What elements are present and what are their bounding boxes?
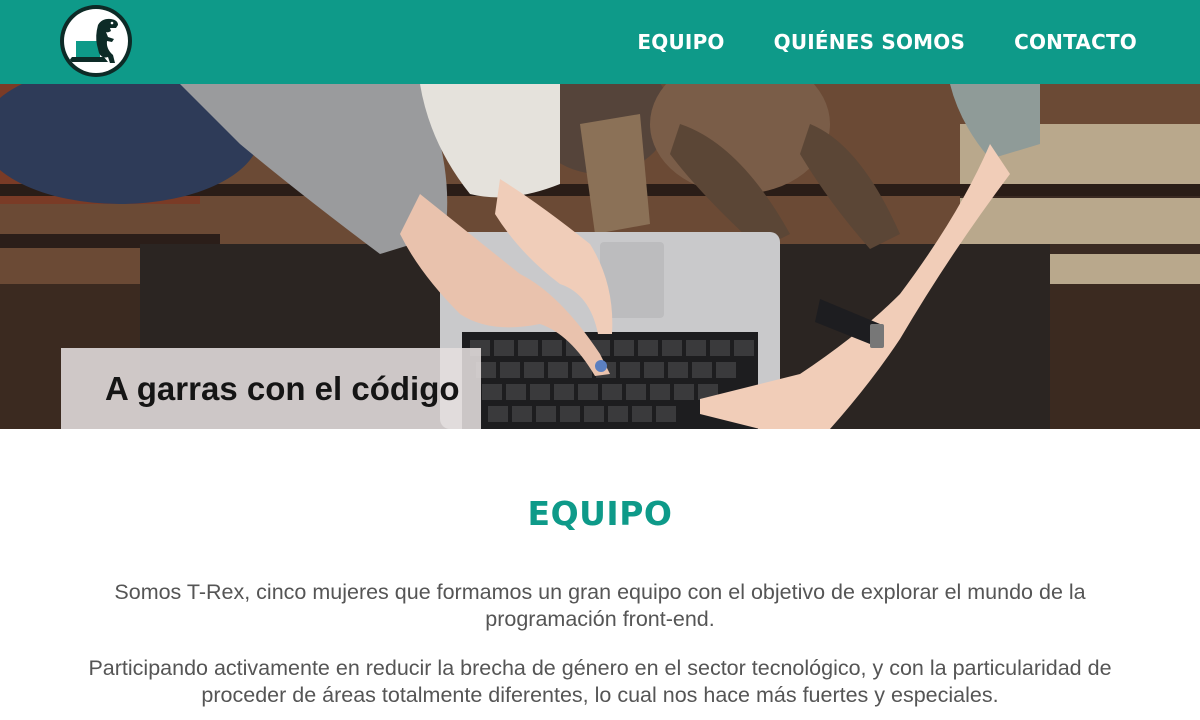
hero-banner: A garras con el código [0, 84, 1200, 429]
mission-paragraph: Participando activamente en reducir la b… [88, 656, 1112, 707]
intro-paragraph: Somos T-Rex, cinco mujeres que formamos … [114, 580, 1086, 631]
section-title-equipo: EQUIPO [527, 494, 673, 533]
main-nav: EQUIPO QUIÉNES SOMOS CONTACTO [637, 0, 1137, 84]
hero-caption-title: A garras con el código [105, 370, 460, 407]
hero-caption-box: A garras con el código [61, 348, 481, 429]
nav-link-equipo[interactable]: EQUIPO [637, 30, 724, 54]
t-rex-laptop-logo-icon [64, 9, 128, 73]
nav-link-contacto[interactable]: CONTACTO [1014, 30, 1137, 54]
site-logo[interactable] [60, 5, 132, 77]
nav-link-quienes-somos[interactable]: QUIÉNES SOMOS [774, 30, 965, 54]
site-header: EQUIPO QUIÉNES SOMOS CONTACTO [0, 0, 1200, 84]
